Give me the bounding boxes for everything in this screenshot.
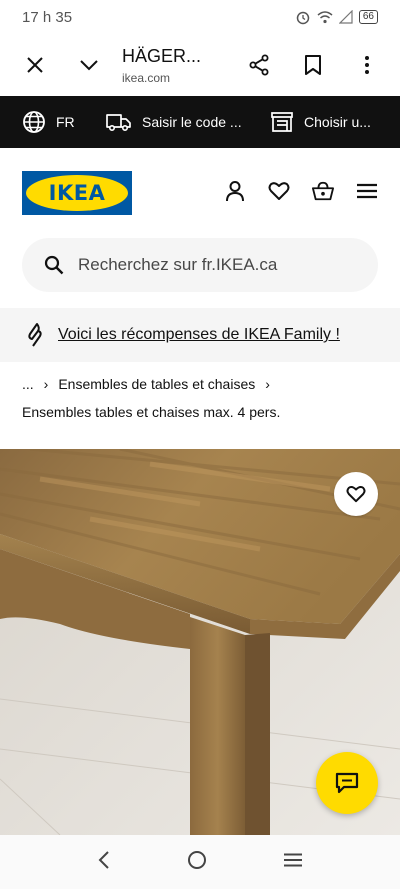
language-selector[interactable]: FR	[22, 110, 75, 134]
page-title: HÄGER...	[122, 45, 202, 66]
signal-icon	[338, 10, 353, 24]
utility-bar: FR Saisir le code ... Choisir u...	[0, 96, 400, 148]
postal-code-label: Saisir le code ...	[142, 114, 242, 130]
search-input[interactable]: Recherchez sur fr.IKEA.ca	[22, 238, 378, 292]
store-label: Choisir u...	[304, 114, 371, 130]
battery-indicator: 66	[358, 10, 378, 24]
breadcrumb-separator: ›	[265, 376, 270, 392]
chevron-down-icon	[80, 60, 98, 71]
account-button[interactable]	[224, 178, 246, 204]
home-circle-icon	[187, 850, 206, 869]
language-label: FR	[56, 114, 75, 130]
page-url: ikea.com	[122, 70, 171, 85]
heart-icon	[346, 485, 366, 503]
recents-icon	[283, 853, 302, 866]
bookmark-icon	[305, 55, 321, 75]
cart-button[interactable]	[312, 178, 334, 204]
truck-icon	[106, 114, 131, 132]
home-button[interactable]	[187, 850, 207, 875]
more-vertical-icon	[365, 56, 369, 74]
breadcrumb: ... › Ensembles de tables et chaises ›	[22, 376, 270, 392]
family-link[interactable]: Voici les récompenses de IKEA Family !	[58, 326, 340, 344]
user-icon	[226, 181, 244, 202]
heart-icon	[268, 182, 290, 200]
share-icon	[249, 54, 269, 76]
browser-toolbar: HÄGER... ikea.com	[0, 34, 400, 96]
back-icon	[98, 850, 110, 869]
breadcrumb-category[interactable]: Ensembles de tables et chaises	[58, 376, 255, 392]
menu-button[interactable]	[356, 178, 378, 204]
alarm-icon	[296, 11, 310, 25]
wishlist-button[interactable]	[268, 178, 290, 204]
page-title-area: HÄGER... ikea.com	[116, 46, 232, 85]
back-button[interactable]	[98, 850, 110, 874]
family-card-icon	[28, 323, 42, 347]
status-bar: 17 h 35 66	[0, 0, 400, 34]
basket-icon	[312, 181, 334, 201]
chat-button[interactable]	[316, 752, 378, 814]
logo-text: IKEA	[48, 181, 106, 205]
chat-icon	[335, 772, 359, 794]
store-selector[interactable]: Choisir u...	[270, 111, 371, 133]
close-tab-button[interactable]	[8, 38, 62, 92]
globe-icon	[23, 111, 45, 133]
family-banner[interactable]: Voici les récompenses de IKEA Family !	[0, 308, 400, 362]
system-navigation-bar	[0, 835, 400, 889]
ikea-logo[interactable]: IKEA	[22, 171, 132, 215]
breadcrumb-current[interactable]: Ensembles tables et chaises max. 4 pers.	[22, 404, 280, 420]
search-icon	[44, 255, 64, 275]
breadcrumb-ellipsis[interactable]: ...	[22, 376, 34, 392]
collapse-button[interactable]	[62, 38, 116, 92]
search-placeholder: Recherchez sur fr.IKEA.ca	[78, 255, 278, 274]
store-icon	[271, 112, 293, 132]
add-to-favorites-button[interactable]	[334, 472, 378, 516]
bookmark-button[interactable]	[286, 38, 340, 92]
more-options-button[interactable]	[340, 38, 394, 92]
status-time: 17 h 35	[22, 8, 73, 26]
site-header: IKEA	[0, 148, 400, 236]
close-icon	[27, 57, 43, 73]
hamburger-icon	[357, 183, 377, 199]
wifi-icon	[317, 11, 333, 24]
breadcrumb-separator: ›	[43, 376, 49, 392]
recents-button[interactable]	[283, 853, 302, 872]
share-button[interactable]	[232, 38, 286, 92]
postal-code-selector[interactable]: Saisir le code ...	[106, 112, 242, 132]
